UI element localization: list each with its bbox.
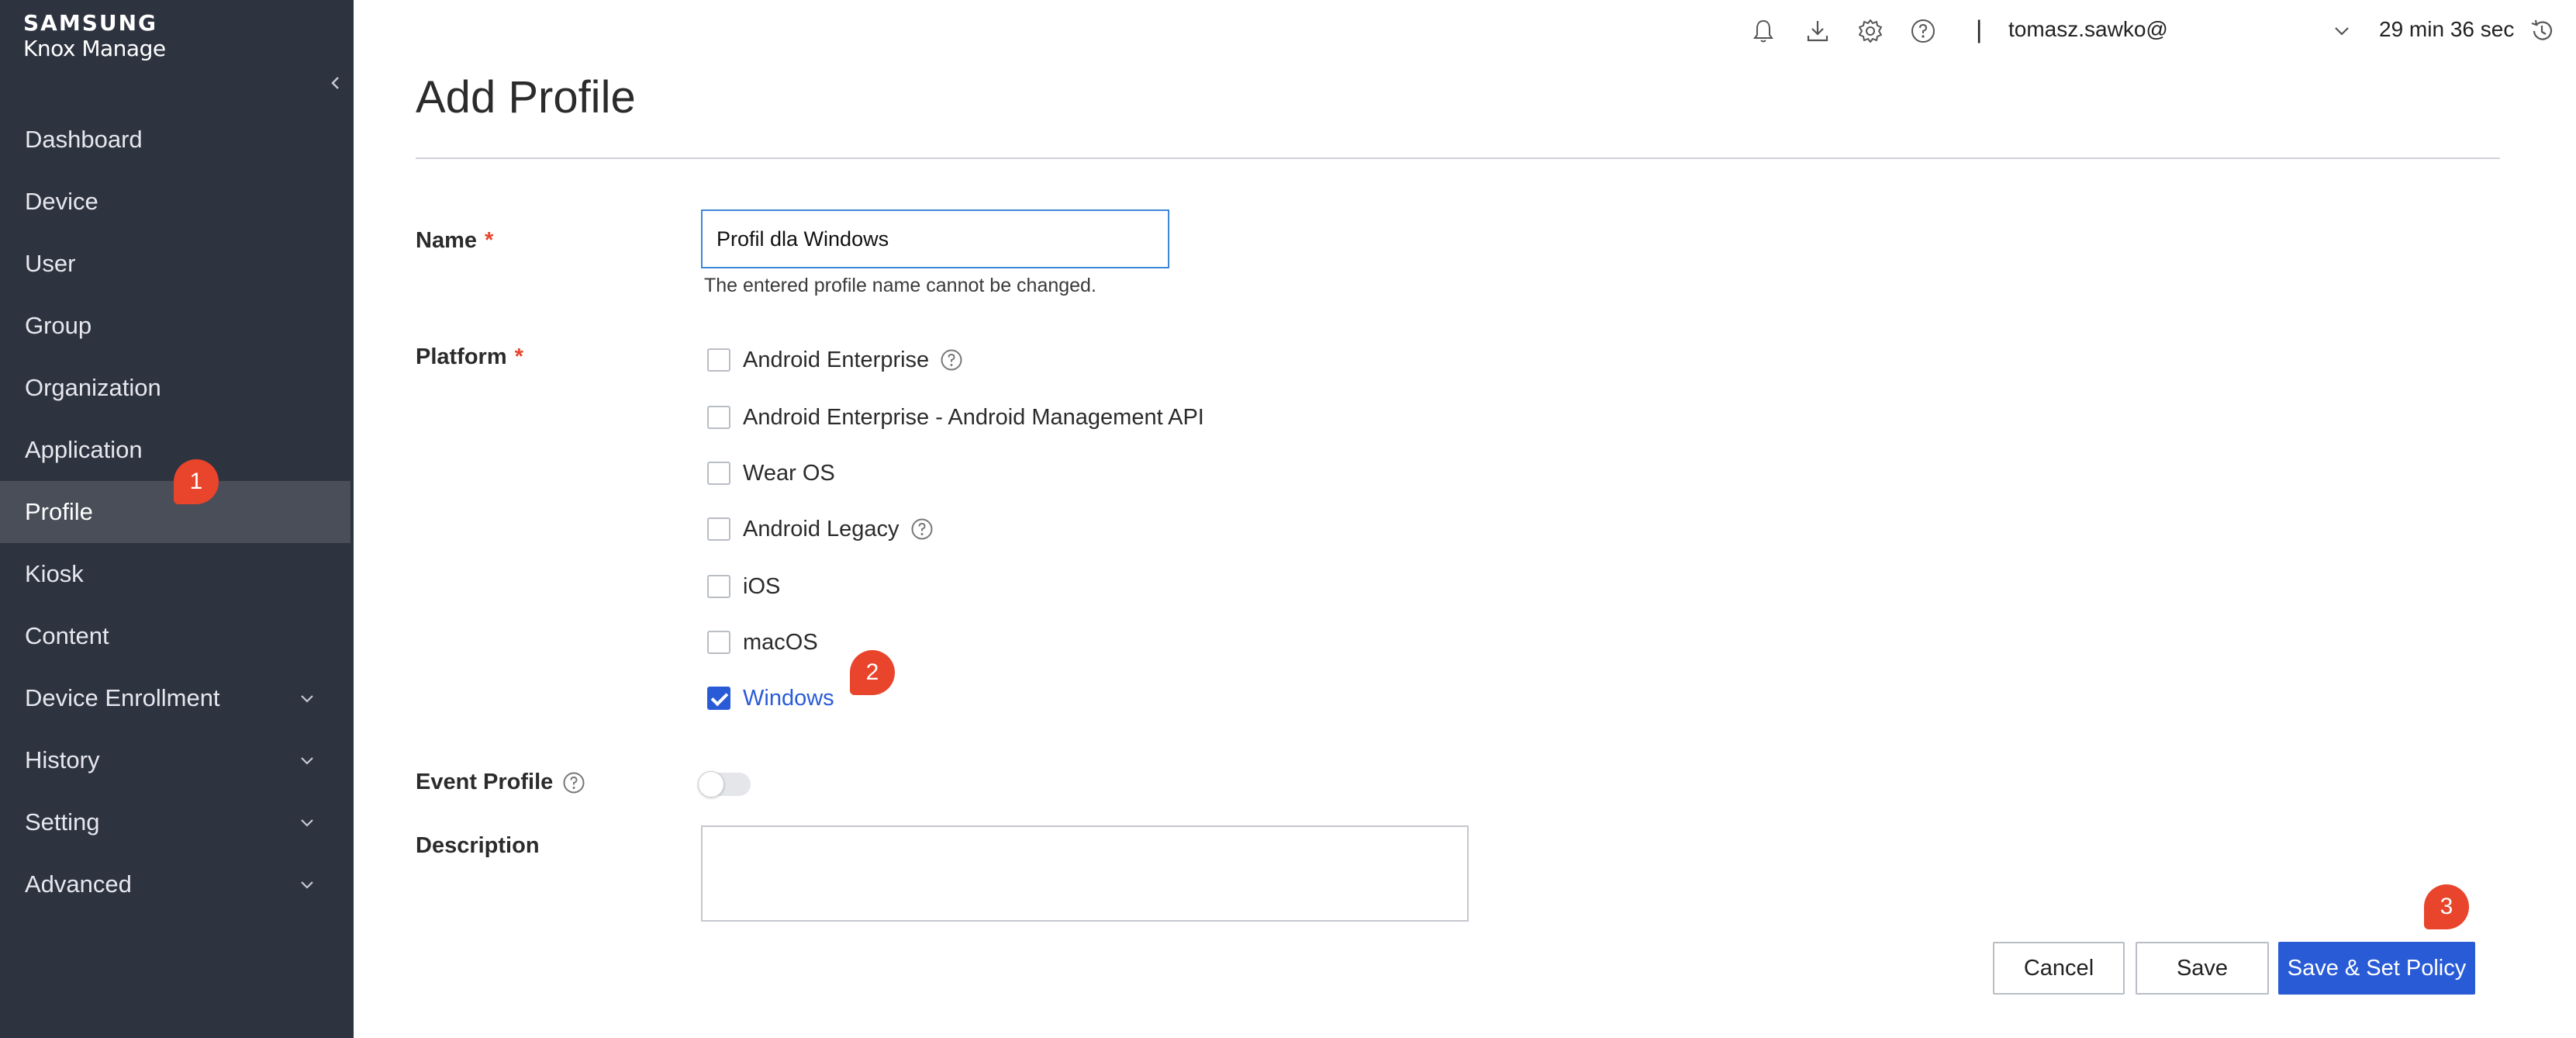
- chevron-down-icon: [301, 819, 313, 827]
- cancel-button[interactable]: Cancel: [1993, 942, 2125, 995]
- sidebar-item-label: Profile: [25, 498, 93, 525]
- platform-option-ios[interactable]: iOS: [707, 571, 780, 602]
- sidebar-item-history[interactable]: History: [0, 729, 354, 791]
- sidebar-item-label: Group: [25, 312, 92, 339]
- checkbox[interactable]: [707, 406, 730, 429]
- chevron-down-icon: [301, 757, 313, 765]
- sidebar: SAMSUNG Knox Manage Dashboard Device Use…: [0, 0, 354, 1038]
- platform-option-android-enterprise-ama[interactable]: Android Enterprise - Android Management …: [707, 402, 1204, 433]
- topbar-separator: |: [1976, 16, 1983, 43]
- required-marker: *: [485, 228, 494, 253]
- chevron-down-icon[interactable]: [2329, 19, 2354, 43]
- sidebar-item-group[interactable]: Group: [0, 295, 354, 357]
- platform-option-label: Android Enterprise - Android Management …: [743, 404, 1204, 430]
- sidebar-item-user[interactable]: User: [0, 233, 354, 295]
- event-profile-label: Event Profile: [416, 770, 585, 795]
- product-name: Knox Manage: [23, 36, 166, 61]
- sidebar-item-label: Organization: [25, 374, 161, 401]
- platform-option-label: Windows: [743, 685, 834, 711]
- checkbox[interactable]: [707, 631, 730, 654]
- sidebar-item-label: Kiosk: [25, 560, 84, 587]
- sidebar-item-label: Content: [25, 622, 109, 649]
- event-profile-label-text: Event Profile: [416, 770, 554, 794]
- checkbox[interactable]: [707, 348, 730, 372]
- save-button[interactable]: Save: [2136, 942, 2269, 995]
- page-title: Add Profile: [416, 72, 636, 123]
- platform-option-windows[interactable]: Windows: [707, 683, 834, 714]
- profile-name-input[interactable]: [701, 209, 1169, 268]
- title-divider: [416, 157, 2500, 159]
- chevron-down-icon: [301, 881, 313, 889]
- gear-icon[interactable]: [1856, 17, 1884, 45]
- help-icon[interactable]: [910, 517, 934, 541]
- download-icon[interactable]: [1804, 17, 1832, 45]
- sidebar-item-organization[interactable]: Organization: [0, 357, 354, 419]
- platform-option-android-enterprise[interactable]: Android Enterprise: [707, 344, 963, 375]
- save-and-set-policy-button[interactable]: Save & Set Policy: [2278, 942, 2475, 995]
- sidebar-item-device[interactable]: Device: [0, 171, 354, 233]
- sidebar-item-label: History: [25, 746, 100, 773]
- session-timer: 29 min 36 sec: [2379, 17, 2515, 41]
- step-badge-3: 3: [2424, 884, 2469, 929]
- help-icon[interactable]: [1909, 17, 1937, 45]
- platform-option-android-legacy[interactable]: Android Legacy: [707, 514, 934, 545]
- sidebar-nav: Dashboard Device User Group Organization…: [0, 109, 354, 915]
- sidebar-item-label: Application: [25, 436, 143, 463]
- name-hint: The entered profile name cannot be chang…: [704, 275, 1096, 296]
- sidebar-item-label: Setting: [25, 808, 100, 836]
- description-label: Description: [416, 833, 540, 858]
- sidebar-item-content[interactable]: Content: [0, 605, 354, 667]
- sidebar-item-label: Device: [25, 188, 98, 215]
- event-profile-toggle[interactable]: [698, 771, 751, 798]
- sidebar-item-kiosk[interactable]: Kiosk: [0, 543, 354, 605]
- platform-option-label: iOS: [743, 573, 781, 599]
- platform-field-label: Platform *: [416, 344, 523, 370]
- name-label-text: Name: [416, 228, 477, 253]
- description-textarea[interactable]: [701, 825, 1469, 922]
- platform-label-text: Platform: [416, 344, 507, 369]
- username[interactable]: tomasz.sawko@: [2008, 17, 2168, 42]
- bell-icon[interactable]: [1749, 17, 1777, 45]
- sidebar-item-label: Advanced: [25, 870, 132, 898]
- collapse-sidebar-icon[interactable]: [324, 71, 347, 95]
- platform-option-wear-os[interactable]: Wear OS: [707, 458, 835, 489]
- sidebar-item-device-enrollment[interactable]: Device Enrollment: [0, 667, 354, 729]
- brand-name: SAMSUNG: [23, 10, 158, 36]
- session-history-icon[interactable]: [2528, 17, 2556, 45]
- platform-option-label: macOS: [743, 629, 818, 655]
- toggle-knob: [698, 771, 724, 798]
- platform-option-label: Wear OS: [743, 460, 835, 486]
- help-icon[interactable]: [562, 771, 585, 794]
- chevron-down-icon: [301, 695, 313, 703]
- platform-option-macos[interactable]: macOS: [707, 627, 818, 658]
- platform-option-label: Android Legacy: [743, 516, 900, 541]
- checkbox[interactable]: [707, 575, 730, 598]
- sidebar-item-label: Dashboard: [25, 126, 143, 153]
- checkbox[interactable]: [707, 517, 730, 541]
- step-badge-2: 2: [850, 650, 895, 695]
- name-field-label: Name *: [416, 228, 493, 254]
- sidebar-item-label: Device Enrollment: [25, 684, 220, 711]
- required-marker: *: [514, 344, 523, 369]
- platform-option-label: Android Enterprise: [743, 347, 930, 372]
- step-badge-1: 1: [174, 459, 219, 504]
- checkbox-checked[interactable]: [707, 687, 730, 710]
- sidebar-item-label: User: [25, 250, 76, 277]
- sidebar-item-dashboard[interactable]: Dashboard: [0, 109, 354, 171]
- sidebar-item-advanced[interactable]: Advanced: [0, 853, 354, 915]
- help-icon[interactable]: [940, 348, 963, 372]
- samsung-knox-logo[interactable]: SAMSUNG Knox Manage: [23, 11, 166, 62]
- checkbox[interactable]: [707, 462, 730, 485]
- sidebar-item-setting[interactable]: Setting: [0, 791, 354, 853]
